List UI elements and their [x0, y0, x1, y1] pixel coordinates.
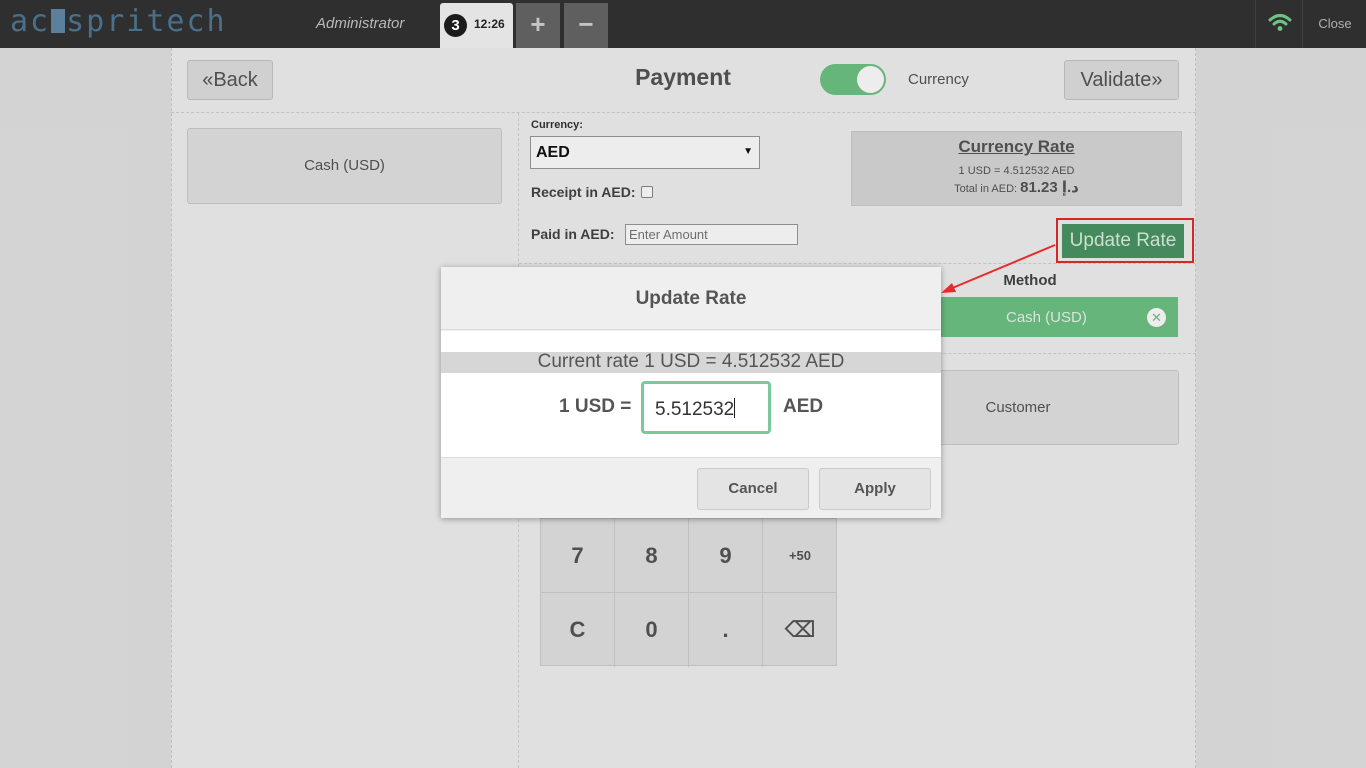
remove-order-button[interactable]: − — [564, 3, 608, 48]
dialog-footer: Cancel Apply — [441, 457, 941, 518]
aed-label: AED — [783, 396, 824, 417]
dialog-title: Update Rate — [441, 267, 941, 330]
cancel-button[interactable]: Cancel — [697, 468, 809, 510]
usd-label: 1 USD = — [559, 396, 632, 417]
update-rate-dialog: Update Rate Current rate 1 USD = 4.51253… — [441, 267, 941, 518]
order-time: 12:26 — [474, 17, 505, 31]
close-button[interactable]: Close — [1304, 0, 1366, 48]
current-rate-text: Current rate 1 USD = 4.512532 AED — [537, 351, 845, 372]
cashier-name[interactable]: Administrator — [316, 15, 404, 32]
dialog-body: Current rate 1 USD = 4.512532 AED 1 USD … — [441, 331, 941, 457]
wifi-icon — [1255, 0, 1303, 48]
top-bar: ac spritech Administrator 3 12:26 + − Clo… — [0, 0, 1366, 48]
company-logo: ac spritech — [10, 4, 227, 39]
apply-button[interactable]: Apply — [819, 468, 931, 510]
add-order-button[interactable]: + — [516, 3, 560, 48]
order-number-badge: 3 — [444, 14, 467, 37]
order-tab[interactable]: 3 12:26 — [440, 3, 513, 48]
new-rate-input[interactable]: 5.512532 — [641, 381, 771, 434]
new-rate-value: 5.512532 — [655, 399, 735, 420]
